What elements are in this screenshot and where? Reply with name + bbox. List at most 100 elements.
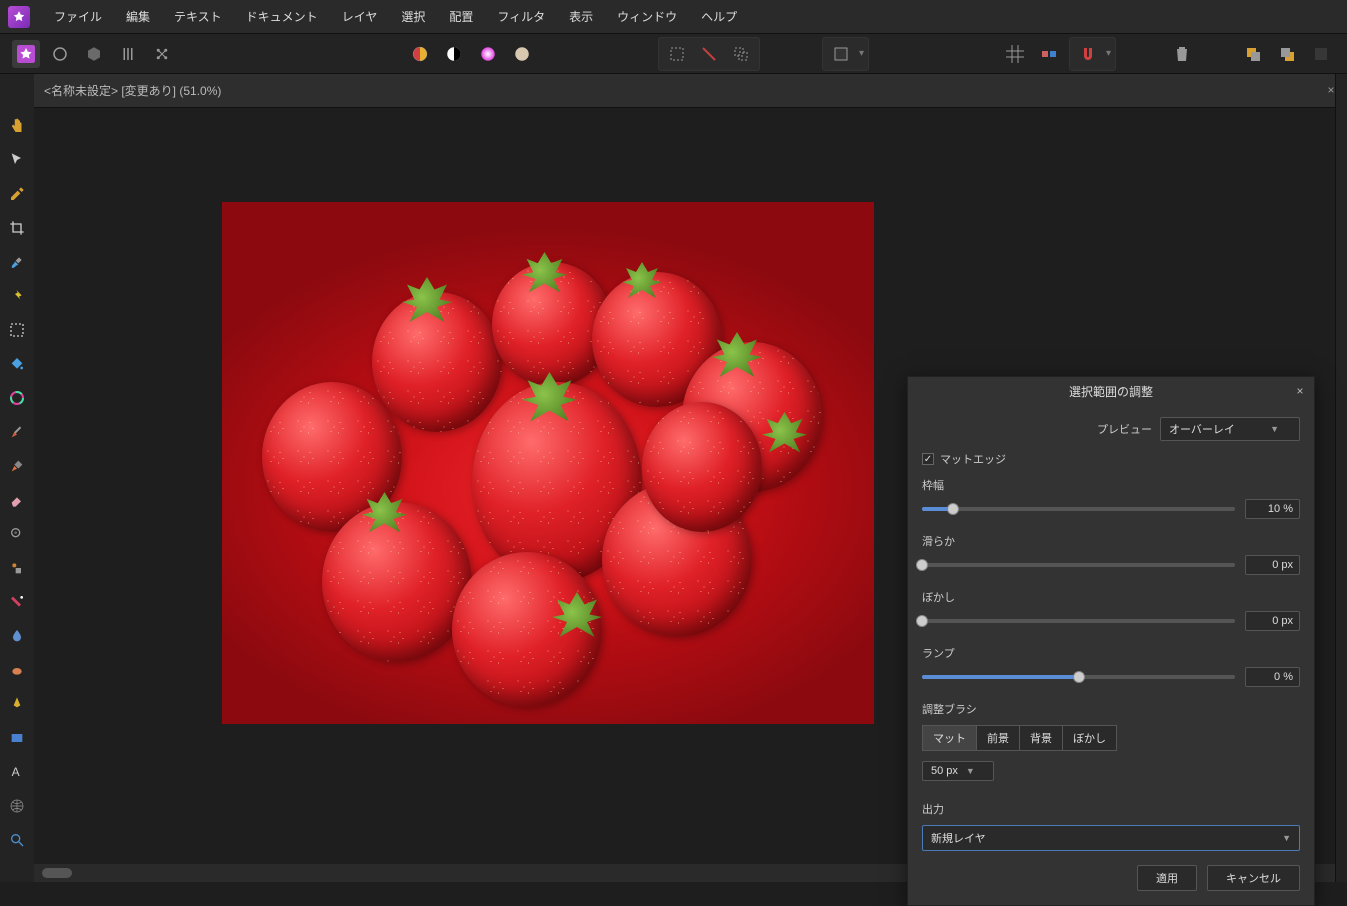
crop-tool-icon[interactable] xyxy=(5,216,29,240)
chevron-down-icon: ▼ xyxy=(1270,424,1279,434)
black-white-icon[interactable] xyxy=(440,40,468,68)
scrollbar-thumb[interactable] xyxy=(42,868,72,878)
close-icon[interactable]: × xyxy=(1292,383,1308,399)
document-tab[interactable]: <名称未設定> [変更あり] (51.0%) × xyxy=(34,74,1347,108)
hsl-icon[interactable] xyxy=(474,40,502,68)
feather-slider[interactable] xyxy=(922,619,1235,623)
arrange-placeholder-icon[interactable] xyxy=(1307,40,1335,68)
persona-develop-icon[interactable] xyxy=(80,40,108,68)
brush-background-button[interactable]: 背景 xyxy=(1020,725,1063,751)
healing-icon[interactable] xyxy=(5,284,29,308)
paint-brush-icon[interactable] xyxy=(5,420,29,444)
quickmask-group: ▾ xyxy=(822,37,869,71)
dialog-title-text: 選択範囲の調整 xyxy=(1069,383,1153,400)
selection-sub-icon[interactable] xyxy=(727,40,755,68)
rectangle-tool-icon[interactable] xyxy=(5,726,29,750)
chevron-down-icon: ▼ xyxy=(1282,833,1291,843)
menu-text[interactable]: テキスト xyxy=(162,0,234,34)
border-label: 枠幅 xyxy=(922,477,1300,493)
brush-size-select[interactable]: 50 px ▼ xyxy=(922,761,994,781)
zoom-tool-icon[interactable] xyxy=(5,828,29,852)
selection-add-icon[interactable] xyxy=(695,40,723,68)
output-label: 出力 xyxy=(922,801,1300,817)
snap-magnet-icon[interactable] xyxy=(1074,40,1102,68)
refine-selection-dialog: 選択範囲の調整 × プレビュー オーバーレイ ▼ マットエッジ 枠幅 1 xyxy=(907,376,1315,906)
app-icon xyxy=(8,6,30,28)
smooth-label: 滑らか xyxy=(922,533,1300,549)
gradient-map-icon[interactable] xyxy=(406,40,434,68)
clone-icon[interactable] xyxy=(5,556,29,580)
menu-arrange[interactable]: 配置 xyxy=(437,0,485,34)
arrange-front-icon[interactable] xyxy=(1239,40,1267,68)
preview-label: プレビュー xyxy=(1097,421,1152,437)
quickmask-icon[interactable] xyxy=(827,40,855,68)
selection-brush-icon[interactable] xyxy=(5,250,29,274)
border-slider[interactable] xyxy=(922,507,1235,511)
menu-file[interactable]: ファイル xyxy=(42,0,114,34)
border-value[interactable]: 10 % xyxy=(1245,499,1300,519)
dialog-titlebar[interactable]: 選択範囲の調整 × xyxy=(908,377,1314,405)
paint-mixer-icon[interactable] xyxy=(5,386,29,410)
persona-export-icon[interactable] xyxy=(148,40,176,68)
arrange-back-icon[interactable] xyxy=(1273,40,1301,68)
persona-liquify-icon[interactable] xyxy=(46,40,74,68)
pixel-brush-icon[interactable] xyxy=(5,454,29,478)
document-tab-title: <名称未設定> [変更あり] (51.0%) xyxy=(44,82,221,99)
menu-view[interactable]: 表示 xyxy=(557,0,605,34)
feather-value[interactable]: 0 px xyxy=(1245,611,1300,631)
brush-matte-button[interactable]: マット xyxy=(922,725,977,751)
tools-panel: A xyxy=(0,74,34,882)
marquee-tool-icon[interactable] xyxy=(5,318,29,342)
menu-help[interactable]: ヘルプ xyxy=(689,0,749,34)
blur-tool-icon[interactable] xyxy=(5,624,29,648)
menu-filter[interactable]: フィルタ xyxy=(485,0,557,34)
ramp-slider[interactable] xyxy=(922,675,1235,679)
snap-group: ▾ xyxy=(1069,37,1116,71)
pen-tool-icon[interactable] xyxy=(5,692,29,716)
right-panel-collapsed[interactable] xyxy=(1335,74,1347,882)
menu-select[interactable]: 選択 xyxy=(389,0,437,34)
output-select[interactable]: 新規レイヤ ▼ xyxy=(922,825,1300,851)
chevron-down-icon: ▼ xyxy=(966,766,975,776)
brush-feather-button[interactable]: ぼかし xyxy=(1063,725,1117,751)
menu-window[interactable]: ウィンドウ xyxy=(605,0,689,34)
persona-tone-icon[interactable] xyxy=(114,40,142,68)
brush-mode-group: マット 前景 背景 ぼかし xyxy=(922,725,1300,751)
selection-new-icon[interactable] xyxy=(663,40,691,68)
guides-icon[interactable] xyxy=(1035,40,1063,68)
color-picker-icon[interactable] xyxy=(5,182,29,206)
soft-proof-icon[interactable] xyxy=(508,40,536,68)
svg-text:A: A xyxy=(12,765,20,779)
hand-tool-icon[interactable] xyxy=(5,114,29,138)
view-tool-icon[interactable] xyxy=(5,522,29,546)
text-tool-icon[interactable]: A xyxy=(5,760,29,784)
selection-mode-group xyxy=(658,37,760,71)
mesh-tool-icon[interactable] xyxy=(5,794,29,818)
trash-icon[interactable] xyxy=(1168,40,1196,68)
move-tool-icon[interactable] xyxy=(5,148,29,172)
ramp-value[interactable]: 0 % xyxy=(1245,667,1300,687)
brush-section-label: 調整ブラシ xyxy=(922,701,1300,717)
apply-button[interactable]: 適用 xyxy=(1137,865,1197,891)
grid-icon[interactable] xyxy=(1001,40,1029,68)
feather-label: ぼかし xyxy=(922,589,1300,605)
ramp-label: ランプ xyxy=(922,645,1300,661)
canvas-image xyxy=(222,202,874,724)
context-toolbar: ▾ ▾ xyxy=(0,34,1347,74)
menu-edit[interactable]: 編集 xyxy=(114,0,162,34)
menu-document[interactable]: ドキュメント xyxy=(234,0,330,34)
matte-edge-checkbox[interactable]: マットエッジ xyxy=(922,451,1006,467)
eraser-icon[interactable] xyxy=(5,488,29,512)
flood-fill-icon[interactable] xyxy=(5,352,29,376)
persona-photo-icon[interactable] xyxy=(12,40,40,68)
brush-foreground-button[interactable]: 前景 xyxy=(977,725,1020,751)
checkbox-icon xyxy=(922,453,934,465)
smudge-icon[interactable] xyxy=(5,658,29,682)
smooth-slider[interactable] xyxy=(922,563,1235,567)
cancel-button[interactable]: キャンセル xyxy=(1207,865,1300,891)
retouch-icon[interactable] xyxy=(5,590,29,614)
preview-select[interactable]: オーバーレイ ▼ xyxy=(1160,417,1300,441)
menu-layer[interactable]: レイヤ xyxy=(330,0,390,34)
smooth-value[interactable]: 0 px xyxy=(1245,555,1300,575)
menu-bar: ファイル 編集 テキスト ドキュメント レイヤ 選択 配置 フィルタ 表示 ウィ… xyxy=(0,0,1347,34)
